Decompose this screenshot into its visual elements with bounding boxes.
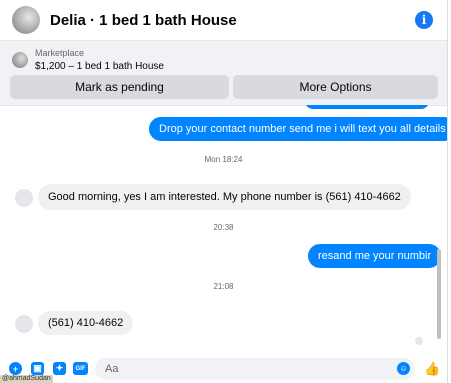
gif-label: GIF (75, 365, 86, 372)
photo-icon[interactable]: ▣ (31, 362, 44, 375)
taskbar-label-fragment: @ahmadSudan (0, 375, 53, 383)
mark-as-pending-button[interactable]: Mark as pending (10, 75, 229, 99)
chat-title[interactable]: Delia · 1 bed 1 bath House (50, 12, 237, 29)
add-icon[interactable]: + (9, 362, 22, 375)
timestamp: 20:38 (213, 223, 234, 232)
message-list: Drop your contact number send me i will … (0, 105, 447, 355)
thumbs-up-icon[interactable]: 👍 (424, 361, 440, 377)
marketplace-label: Marketplace (35, 48, 85, 58)
sticker-icon[interactable]: ✦ (53, 362, 66, 375)
more-options-button[interactable]: More Options (233, 75, 438, 99)
message-incoming[interactable]: Good morning, yes I am interested. My ph… (38, 184, 411, 210)
seen-indicator (415, 337, 423, 345)
timestamp: Mon 18:24 (204, 155, 243, 164)
avatar[interactable] (15, 315, 33, 333)
chat-header: Delia · 1 bed 1 bath House i (0, 0, 447, 40)
message-input[interactable]: Aa (95, 358, 415, 380)
message-outgoing[interactable]: resand me your numbir (308, 244, 442, 268)
message-outgoing-partial[interactable] (305, 105, 429, 109)
message-incoming[interactable]: (561) 410-4662 (38, 311, 134, 335)
message-outgoing[interactable]: Drop your contact number send me i will … (149, 117, 447, 141)
listing-thumbnail[interactable] (12, 52, 28, 68)
avatar[interactable] (12, 6, 40, 34)
emoji-icon[interactable]: ☺ (397, 362, 410, 375)
chat-window: Delia · 1 bed 1 bath House i Marketplace… (0, 0, 448, 383)
marketplace-panel: Marketplace $1,200 – 1 bed 1 bath House … (0, 40, 447, 106)
gif-icon[interactable]: GIF (73, 362, 88, 375)
message-input-placeholder: Aa (105, 363, 119, 375)
avatar[interactable] (15, 189, 33, 207)
info-icon[interactable]: i (415, 11, 433, 29)
scrollbar[interactable] (437, 249, 441, 339)
composer: + ▣ ✦ GIF Aa ☺ 👍 (0, 356, 447, 383)
timestamp: 21:08 (213, 282, 234, 291)
listing-title[interactable]: $1,200 – 1 bed 1 bath House (35, 61, 164, 72)
